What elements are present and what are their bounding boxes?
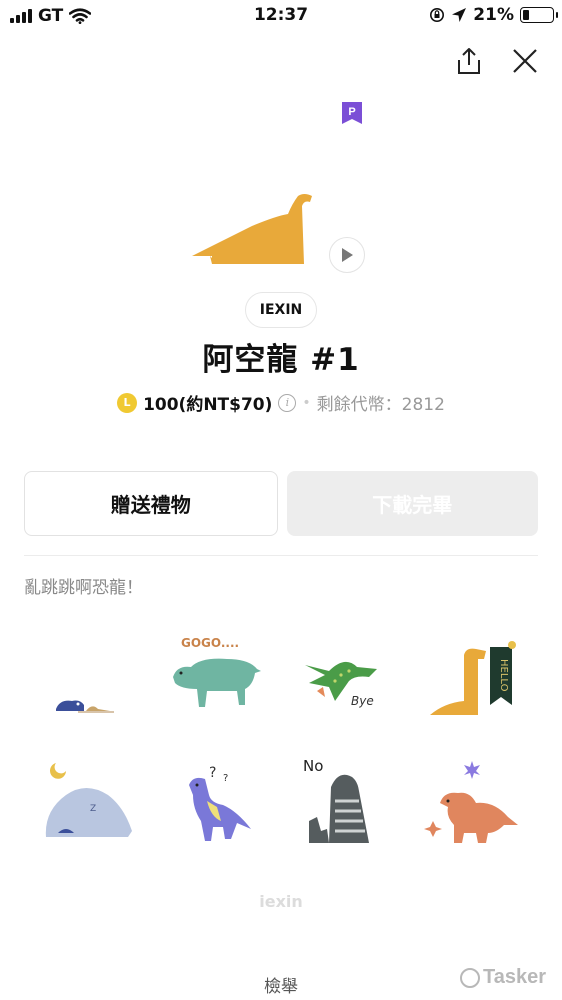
sleeping-dino-sticker[interactable] (24, 612, 153, 738)
location-arrow-icon (452, 8, 467, 22)
svg-text:No: No (303, 757, 323, 775)
sticker-description: 亂跳跳啊恐龍！ (24, 578, 143, 598)
status-right: 21% (429, 5, 558, 25)
price-row: L 100(約NT$70) i • 剩餘代幣：2812 (0, 390, 562, 415)
share-button[interactable] (454, 46, 484, 76)
svg-text:?: ? (209, 765, 216, 781)
sticker-title: 阿空龍 #1 (202, 342, 360, 378)
play-icon (342, 248, 353, 262)
status-bar: GT 12:37 21% (0, 0, 562, 32)
tasker-watermark: Tasker (459, 966, 546, 989)
sticker-grid: GOGO.... Bye HELLO Z ? ? No (24, 612, 538, 864)
close-icon (513, 49, 537, 73)
tasker-label: Tasker (482, 966, 546, 988)
no-dino-sticker[interactable]: No (281, 738, 410, 864)
close-button[interactable] (510, 46, 540, 76)
gift-button[interactable]: 贈送禮物 (24, 471, 278, 536)
top-actions (454, 46, 540, 76)
price-label: 100(約NT$70) (143, 395, 273, 415)
author-button[interactable]: IEXIN (245, 292, 317, 328)
battery-percent: 21% (473, 5, 514, 25)
tasker-logo-icon (459, 967, 480, 988)
gogo-dino-sticker[interactable]: GOGO.... (153, 612, 282, 738)
separator-dot: • (302, 394, 311, 411)
svg-text:HELLO: HELLO (498, 659, 509, 692)
divider (24, 555, 538, 556)
coin-icon: L (117, 392, 138, 413)
premium-badge-icon: P (342, 102, 362, 124)
action-buttons: 贈送禮物 下載完畢 (24, 471, 538, 536)
svg-text:GOGO....: GOGO.... (181, 636, 239, 650)
svg-text:Z: Z (90, 804, 96, 814)
remaining-coins: 剩餘代幣：2812 (316, 395, 445, 415)
hello-banner-dino-sticker[interactable]: HELLO (410, 612, 539, 738)
svg-text:?: ? (223, 773, 228, 784)
battery-icon (520, 7, 558, 23)
flying-dino-bye-sticker[interactable]: Bye (281, 612, 410, 738)
svg-text:Bye: Bye (351, 694, 374, 708)
author-watermark: iexin (259, 892, 303, 911)
svg-text:P: P (348, 106, 355, 118)
rotation-lock-icon (430, 8, 445, 22)
main-sticker-image (192, 194, 312, 264)
share-icon (458, 48, 480, 74)
play-preview-button[interactable] (329, 237, 365, 273)
info-icon[interactable]: i (278, 393, 297, 412)
sparkle-dino-sticker[interactable] (410, 738, 539, 864)
download-complete-button[interactable]: 下載完畢 (286, 471, 538, 536)
moon-sleep-dino-sticker[interactable]: Z (24, 738, 153, 864)
question-dino-sticker[interactable]: ? ? (153, 738, 282, 864)
